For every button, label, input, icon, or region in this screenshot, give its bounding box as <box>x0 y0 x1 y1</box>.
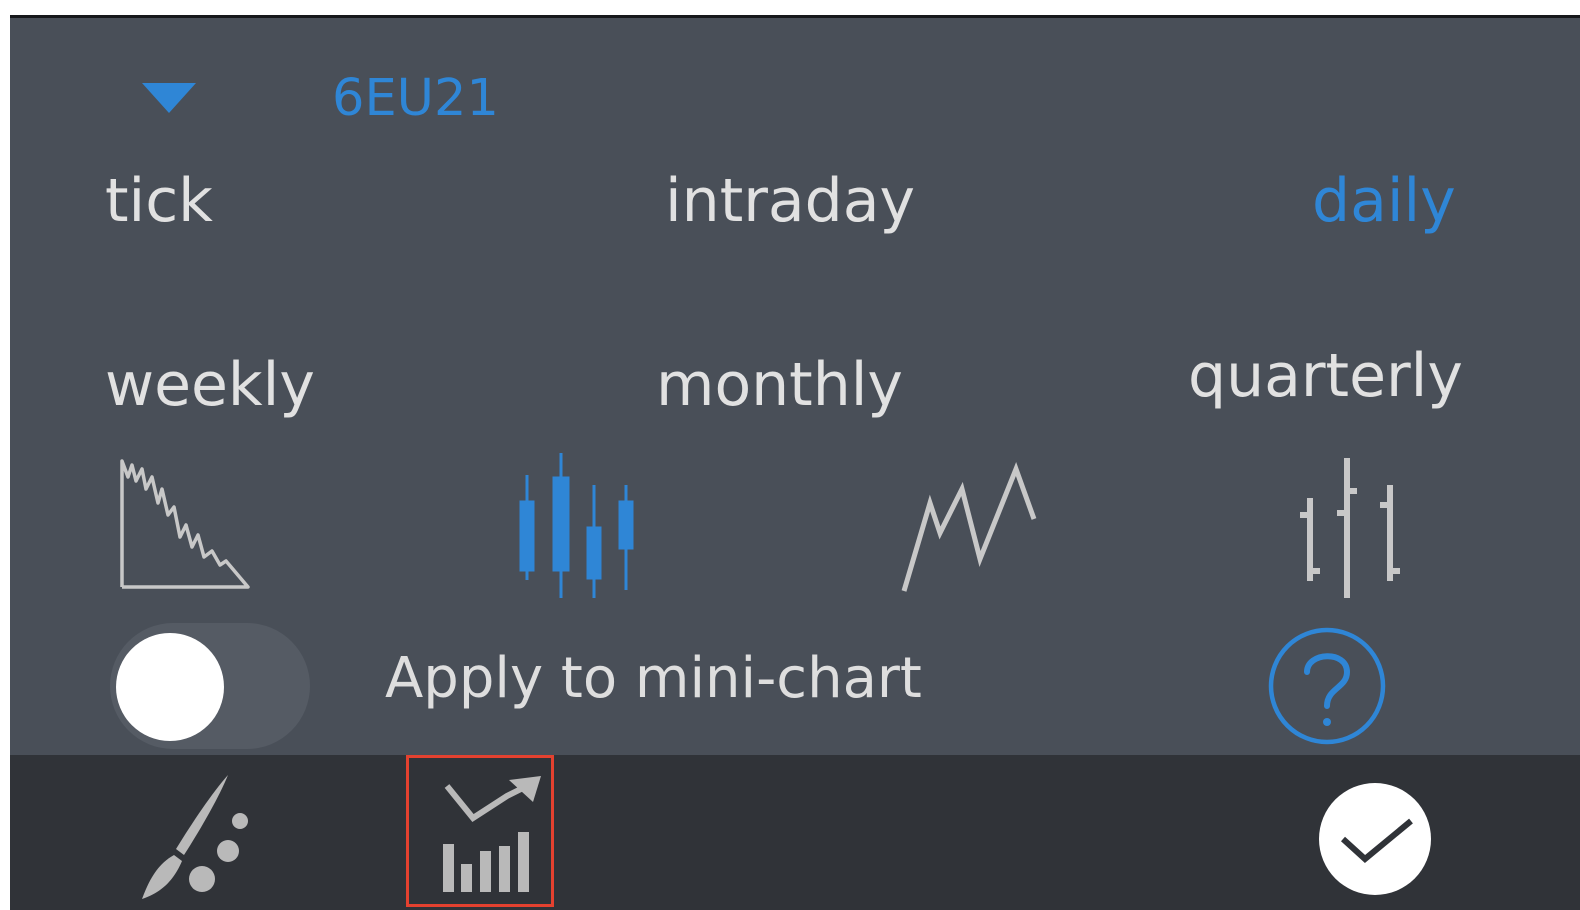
toggle-knob <box>116 633 224 741</box>
apply-to-mini-chart-label: Apply to mini-chart <box>385 646 922 711</box>
period-monthly[interactable]: monthly <box>656 355 903 415</box>
period-weekly[interactable]: weekly <box>105 355 315 415</box>
mini-chart-toggle[interactable] <box>110 623 310 749</box>
question-circle-icon[interactable] <box>1267 626 1387 750</box>
area-chart-icon[interactable] <box>116 455 256 599</box>
bar-chart-trend-icon <box>437 776 547 905</box>
period-intraday[interactable]: intraday <box>665 171 915 231</box>
period-quarterly[interactable]: quarterly <box>1188 346 1463 406</box>
symbol-label[interactable]: 6EU21 <box>332 73 499 124</box>
ohlc-bar-chart-icon[interactable] <box>1295 453 1405 607</box>
symbol-selector[interactable]: 6EU21 <box>130 73 499 143</box>
checkmark-circle-icon[interactable] <box>1317 781 1433 901</box>
candlestick-chart-icon[interactable] <box>516 450 646 604</box>
chart-settings-panel: 6EU21 tick intraday daily weekly monthly… <box>10 15 1580 910</box>
chart-settings-button[interactable] <box>406 755 554 907</box>
triangle-down-icon[interactable] <box>142 83 196 121</box>
line-chart-icon[interactable] <box>898 461 1043 600</box>
period-tick[interactable]: tick <box>105 171 213 231</box>
paintbrush-icon[interactable] <box>132 771 262 910</box>
bottom-toolbar <box>10 755 1580 910</box>
period-daily[interactable]: daily <box>1312 171 1456 231</box>
